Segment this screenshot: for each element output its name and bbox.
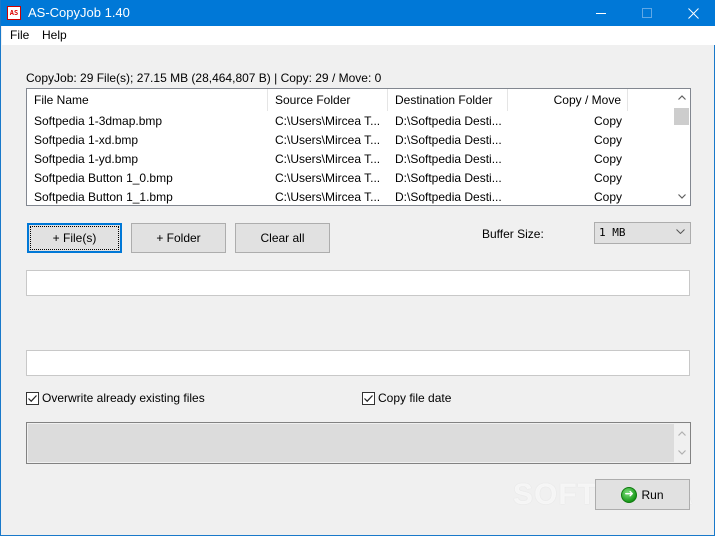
cell-file-name: Softpedia 1-yd.bmp xyxy=(34,152,139,166)
copy-file-date-label: Copy file date xyxy=(378,391,452,405)
chevron-up-icon xyxy=(677,95,686,100)
focus-ring xyxy=(30,226,119,250)
file-list-header: File Name Source Folder Destination Fold… xyxy=(27,89,674,111)
table-row[interactable]: Softpedia Button 1_1.bmp C:\Users\Mircea… xyxy=(27,188,674,205)
buffer-size-select[interactable]: 1 MB xyxy=(594,222,691,244)
log-text-area[interactable] xyxy=(28,424,674,462)
add-files-button[interactable]: + File(s) xyxy=(27,223,122,253)
scroll-up-button[interactable] xyxy=(673,89,690,106)
buffer-size-label: Buffer Size: xyxy=(482,227,544,241)
scroll-down-button[interactable] xyxy=(673,188,690,205)
add-folder-button[interactable]: + Folder xyxy=(131,223,226,253)
cell-file-name: Softpedia Button 1_1.bmp xyxy=(34,190,173,204)
cell-destination-folder: D:\Softpedia Desti... xyxy=(395,171,502,185)
cell-copy-move: Copy xyxy=(593,190,622,204)
minimize-icon xyxy=(596,12,606,14)
app-window: AS AS-CopyJob 1.40 File Help CopyJob: 29… xyxy=(0,0,715,536)
cell-source-folder: C:\Users\Mircea T... xyxy=(275,114,381,128)
cell-destination-folder: D:\Softpedia Desti... xyxy=(395,114,502,128)
column-header-file-name[interactable]: File Name xyxy=(27,89,268,111)
cell-file-name: Softpedia 1-3dmap.bmp xyxy=(34,114,163,128)
app-icon: AS xyxy=(7,6,21,20)
file-list-scrollbar[interactable] xyxy=(673,89,690,205)
cell-destination-folder: D:\Softpedia Desti... xyxy=(395,133,502,147)
checkmark-icon xyxy=(28,394,37,402)
chevron-down-icon xyxy=(677,450,686,455)
table-row[interactable]: Softpedia 1-yd.bmp C:\Users\Mircea T... … xyxy=(27,150,674,169)
chevron-up-icon xyxy=(677,431,686,436)
cell-destination-folder: D:\Softpedia Desti... xyxy=(395,152,502,166)
scroll-thumb[interactable] xyxy=(674,108,689,125)
column-header-source-folder[interactable]: Source Folder xyxy=(268,89,388,111)
overwrite-label: Overwrite already existing files xyxy=(42,391,205,405)
clear-all-button[interactable]: Clear all xyxy=(235,223,330,253)
add-folder-label: + Folder xyxy=(156,231,201,245)
cell-source-folder: C:\Users\Mircea T... xyxy=(275,133,381,147)
minimize-button[interactable] xyxy=(578,0,624,26)
table-row[interactable]: Softpedia 1-3dmap.bmp C:\Users\Mircea T.… xyxy=(27,112,674,131)
run-arrow-icon xyxy=(621,486,638,503)
close-icon xyxy=(687,7,699,19)
copy-file-date-checkbox[interactable]: Copy file date xyxy=(362,391,451,405)
chevron-down-icon xyxy=(676,226,685,237)
cell-copy-move: Copy xyxy=(593,171,622,185)
table-row[interactable]: Softpedia Button 1_0.bmp C:\Users\Mircea… xyxy=(27,169,674,188)
log-scrollbar[interactable] xyxy=(673,423,690,463)
chevron-down-icon xyxy=(677,194,686,199)
cell-file-name: Softpedia 1-xd.bmp xyxy=(34,133,139,147)
log-memo[interactable] xyxy=(26,422,691,464)
file-list[interactable]: File Name Source Folder Destination Fold… xyxy=(26,88,691,206)
run-label: Run xyxy=(641,487,664,502)
menu-file[interactable]: File xyxy=(10,28,29,42)
cell-copy-move: Copy xyxy=(593,114,622,128)
progress-field-2[interactable] xyxy=(26,350,690,376)
cell-source-folder: C:\Users\Mircea T... xyxy=(275,190,381,204)
checkbox-box[interactable] xyxy=(26,391,39,405)
menu-bar: File Help xyxy=(2,26,715,45)
column-header-destination-folder[interactable]: Destination Folder xyxy=(388,89,508,111)
title-bar[interactable]: AS AS-CopyJob 1.40 xyxy=(1,0,715,26)
menu-help[interactable]: Help xyxy=(42,28,67,42)
column-header-copy-move[interactable]: Copy / Move xyxy=(508,89,628,111)
close-button[interactable] xyxy=(670,0,715,26)
log-scroll-up-button[interactable] xyxy=(673,425,690,442)
cell-copy-move: Copy xyxy=(593,133,622,147)
copyjob-summary: CopyJob: 29 File(s); 27.15 MB (28,464,80… xyxy=(26,71,382,85)
overwrite-checkbox[interactable]: Overwrite already existing files xyxy=(26,391,205,405)
window-title: AS-CopyJob 1.40 xyxy=(28,5,130,20)
cell-source-folder: C:\Users\Mircea T... xyxy=(275,171,381,185)
table-row[interactable]: Softpedia 1-xd.bmp C:\Users\Mircea T... … xyxy=(27,131,674,150)
log-scroll-down-button[interactable] xyxy=(673,444,690,461)
run-button[interactable]: Run xyxy=(595,479,690,510)
cell-copy-move: Copy xyxy=(593,152,622,166)
maximize-icon xyxy=(642,8,652,18)
clear-all-label: Clear all xyxy=(260,231,305,245)
cell-source-folder: C:\Users\Mircea T... xyxy=(275,152,381,166)
checkmark-icon xyxy=(364,394,373,402)
cell-destination-folder: D:\Softpedia Desti... xyxy=(395,190,502,204)
progress-field-1[interactable] xyxy=(26,270,690,296)
buffer-size-value: 1 MB xyxy=(599,226,626,239)
cell-file-name: Softpedia Button 1_0.bmp xyxy=(34,171,173,185)
maximize-button[interactable] xyxy=(624,0,670,26)
checkbox-box[interactable] xyxy=(362,391,375,405)
